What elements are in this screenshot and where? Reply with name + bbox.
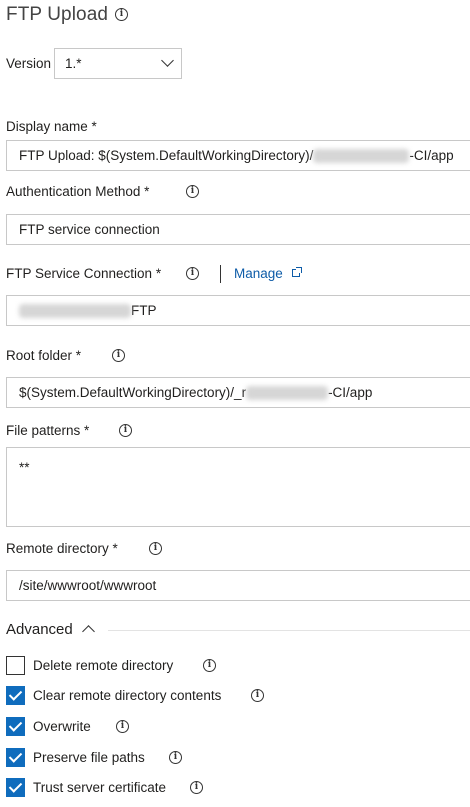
- root-folder-input[interactable]: $(System.DefaultWorkingDirectory)/_r -CI/…: [6, 377, 470, 408]
- clear-remote-directory-contents-label: Clear remote directory contents: [33, 688, 222, 703]
- delete-remote-directory-label: Delete remote directory: [33, 658, 174, 673]
- info-icon[interactable]: i: [116, 720, 129, 733]
- auth-method-value: FTP service connection: [19, 222, 160, 237]
- file-patterns-label: File patterns *: [6, 423, 90, 438]
- info-icon[interactable]: i: [112, 349, 125, 362]
- info-icon[interactable]: i: [190, 781, 203, 794]
- root-folder-suffix: -CI/app: [328, 385, 373, 400]
- redacted-text: [19, 304, 131, 319]
- chevron-up-icon[interactable]: [82, 625, 95, 638]
- manage-link[interactable]: Manage: [234, 266, 283, 281]
- info-icon[interactable]: i: [186, 185, 199, 198]
- external-link-icon[interactable]: [292, 267, 302, 277]
- overwrite-label: Overwrite: [33, 719, 91, 734]
- info-icon[interactable]: i: [119, 424, 132, 437]
- service-connection-value: FTP: [131, 303, 157, 318]
- overwrite-checkbox[interactable]: [6, 717, 25, 736]
- info-icon[interactable]: i: [251, 689, 264, 702]
- display-name-input[interactable]: FTP Upload: $(System.DefaultWorkingDirec…: [6, 140, 470, 171]
- info-icon[interactable]: i: [115, 8, 128, 21]
- display-name-suffix: -CI/app: [409, 148, 454, 163]
- trust-server-certificate-checkbox[interactable]: [6, 778, 25, 797]
- remote-directory-input[interactable]: /site/wwwroot/wwwroot: [6, 570, 470, 601]
- root-folder-prefix: $(System.DefaultWorkingDirectory)/_r: [19, 385, 247, 400]
- redacted-text: [246, 386, 329, 401]
- info-icon[interactable]: i: [203, 659, 216, 672]
- info-icon[interactable]: i: [149, 542, 162, 555]
- delete-remote-directory-checkbox[interactable]: [6, 656, 25, 675]
- task-title: FTP Upload: [6, 4, 109, 25]
- version-value: 1.*: [65, 56, 82, 71]
- service-connection-label: FTP Service Connection *: [6, 266, 162, 281]
- separator: [220, 265, 221, 283]
- trust-server-certificate-label: Trust server certificate: [33, 780, 167, 795]
- section-divider: [108, 630, 470, 631]
- preserve-file-paths-checkbox[interactable]: [6, 748, 25, 767]
- info-icon[interactable]: i: [186, 267, 199, 280]
- advanced-section-toggle[interactable]: Advanced: [6, 621, 73, 638]
- display-name-label: Display name *: [6, 119, 97, 134]
- auth-method-input[interactable]: FTP service connection: [6, 214, 470, 245]
- display-name-prefix: FTP Upload: $(System.DefaultWorkingDirec…: [19, 148, 314, 163]
- file-patterns-textarea[interactable]: **: [6, 447, 470, 527]
- auth-method-label: Authentication Method *: [6, 184, 150, 199]
- version-label: Version: [6, 56, 52, 71]
- clear-remote-directory-contents-checkbox[interactable]: [6, 686, 25, 705]
- ftp-upload-task-panel: FTP Upload i Version 1.* Display name * …: [0, 0, 470, 807]
- version-select[interactable]: 1.*: [54, 48, 182, 79]
- service-connection-input[interactable]: FTP: [6, 295, 470, 326]
- remote-directory-value: /site/wwwroot/wwwroot: [19, 578, 157, 593]
- root-folder-label: Root folder *: [6, 348, 82, 363]
- chevron-down-icon: [161, 54, 174, 67]
- file-patterns-value: **: [19, 460, 30, 475]
- remote-directory-label: Remote directory *: [6, 541, 118, 556]
- preserve-file-paths-label: Preserve file paths: [33, 750, 145, 765]
- info-icon[interactable]: i: [169, 751, 182, 764]
- redacted-text: [313, 149, 410, 164]
